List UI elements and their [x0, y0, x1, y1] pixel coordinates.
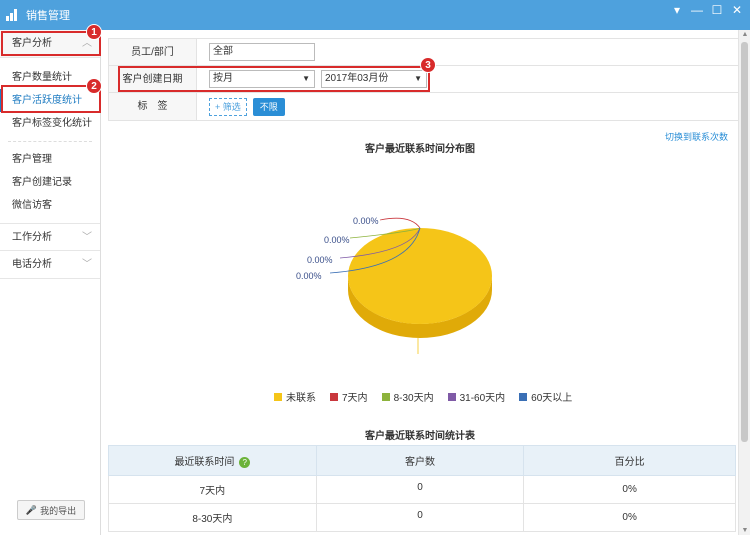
- chevron-down-icon: ﹀: [82, 232, 92, 243]
- pie-chart: 0.00%0.00%0.00%0.00%100.00%: [296, 216, 492, 360]
- table-row: 7天内 0 0%: [108, 475, 736, 504]
- scroll-down-icon[interactable]: ▼: [739, 527, 750, 534]
- sidebar-section-phone-analysis[interactable]: 电话分析 ﹀: [0, 251, 100, 279]
- help-icon[interactable]: ?: [239, 457, 251, 468]
- chart-title: 客户最近联系时间分布图: [365, 144, 475, 155]
- pie-data-label: 0.00%: [324, 235, 350, 245]
- filter-row-tag: 标 签 + 筛选 不限: [109, 93, 741, 120]
- legend-swatch: [519, 392, 528, 401]
- sidebar-section-label: 工作分析: [12, 232, 52, 243]
- dept-input[interactable]: 全部: [209, 43, 315, 61]
- pie-data-label: 100.00%: [416, 359, 452, 360]
- legend-swatch: [330, 392, 338, 401]
- table-cell: 0: [315, 475, 525, 504]
- scroll-up-icon[interactable]: ▲: [739, 31, 750, 38]
- chevron-down-icon: ﹀: [82, 259, 92, 270]
- header-percent: 百分比: [523, 445, 736, 476]
- minimize-icon[interactable]: —: [690, 3, 704, 17]
- pie-data-label: 0.00%: [296, 271, 322, 281]
- sidebar-item-tag-change[interactable]: 客户标签变化统计: [0, 112, 100, 135]
- table-cell: 0%: [523, 503, 736, 532]
- dropdown-icon[interactable]: ▾: [670, 3, 684, 17]
- chart-legend: 未联系 7天内 8-30天内 31-60天内 60天以上: [274, 389, 572, 404]
- annotation-badge-3: 3: [420, 57, 436, 73]
- legend-item[interactable]: 60天以上: [519, 389, 572, 404]
- table-cell: 7天内: [108, 475, 317, 504]
- vertical-scrollbar[interactable]: ▲ ▼: [738, 30, 750, 535]
- legend-label: 未联系: [286, 393, 316, 404]
- tag-label: 标 签: [109, 93, 197, 120]
- stats-table: 最近联系时间 ? 客户数 百分比 7天内 0 0% 8-30天内 0 0%: [108, 445, 736, 532]
- window-controls: ▾ — ☐ ✕: [670, 3, 744, 17]
- legend-item[interactable]: 8-30天内: [381, 389, 434, 404]
- dept-label: 员工/部门: [109, 39, 197, 65]
- window-title: 销售管理: [26, 10, 70, 22]
- title-bar: 销售管理 ▾ — ☐ ✕: [0, 0, 750, 30]
- legend-label: 7天内: [342, 393, 368, 404]
- sidebar-divider: [8, 141, 92, 142]
- legend-swatch: [447, 392, 456, 401]
- close-icon[interactable]: ✕: [730, 3, 744, 17]
- tag-unlimited-button[interactable]: 不限: [252, 97, 285, 116]
- sidebar-section-work-analysis[interactable]: 工作分析 ﹀: [0, 223, 100, 251]
- sidebar-item-wechat-visitor[interactable]: 微信访客: [0, 194, 100, 217]
- pie-slice[interactable]: [348, 228, 492, 324]
- maximize-icon[interactable]: ☐: [710, 3, 724, 17]
- sidebar-section-label: 电话分析: [12, 259, 52, 270]
- annotation-box-3: [118, 66, 430, 92]
- legend-label: 60天以上: [531, 393, 573, 404]
- legend-swatch: [274, 392, 282, 401]
- annotation-badge-2: 2: [86, 78, 102, 94]
- scrollbar-thumb[interactable]: [741, 42, 748, 442]
- sidebar-item-customer-manage[interactable]: 客户管理: [0, 148, 100, 171]
- sidebar-item-creation-log[interactable]: 客户创建记录: [0, 171, 100, 194]
- header-customer-count: 客户数: [315, 445, 525, 476]
- pie-leader-line: [379, 217, 421, 229]
- main-content: 员工/部门 全部 客户创建日期 按月 ▼ 2017年03月份 ▼ 标 签 + 筛…: [102, 30, 742, 535]
- table-title: 客户最近联系时间统计表: [365, 431, 475, 442]
- tag-filter-button[interactable]: + 筛选: [209, 97, 247, 116]
- legend-swatch: [381, 392, 390, 401]
- pie-data-label: 0.00%: [307, 255, 333, 265]
- export-label: 我的导出: [40, 505, 77, 516]
- table-header-row: 最近联系时间 ? 客户数 百分比: [108, 445, 736, 476]
- legend-label: 8-30天内: [393, 393, 434, 404]
- microphone-icon: 🎤: [25, 504, 38, 515]
- table-cell: 0: [315, 503, 525, 532]
- table-cell: 8-30天内: [108, 503, 317, 532]
- legend-label: 31-60天内: [459, 393, 506, 404]
- my-export-button[interactable]: 🎤 我的导出: [17, 500, 85, 520]
- header-last-contact: 最近联系时间 ?: [108, 445, 317, 476]
- annotation-badge-1: 1: [86, 24, 102, 40]
- chart-logo-icon: [6, 9, 20, 21]
- legend-item[interactable]: 7天内: [330, 389, 368, 404]
- table-row: 8-30天内 0 0%: [108, 503, 736, 532]
- legend-item[interactable]: 未联系: [274, 389, 316, 404]
- pie-data-label: 0.00%: [353, 216, 379, 226]
- table-cell: 0%: [523, 475, 736, 504]
- legend-item[interactable]: 31-60天内: [447, 389, 506, 404]
